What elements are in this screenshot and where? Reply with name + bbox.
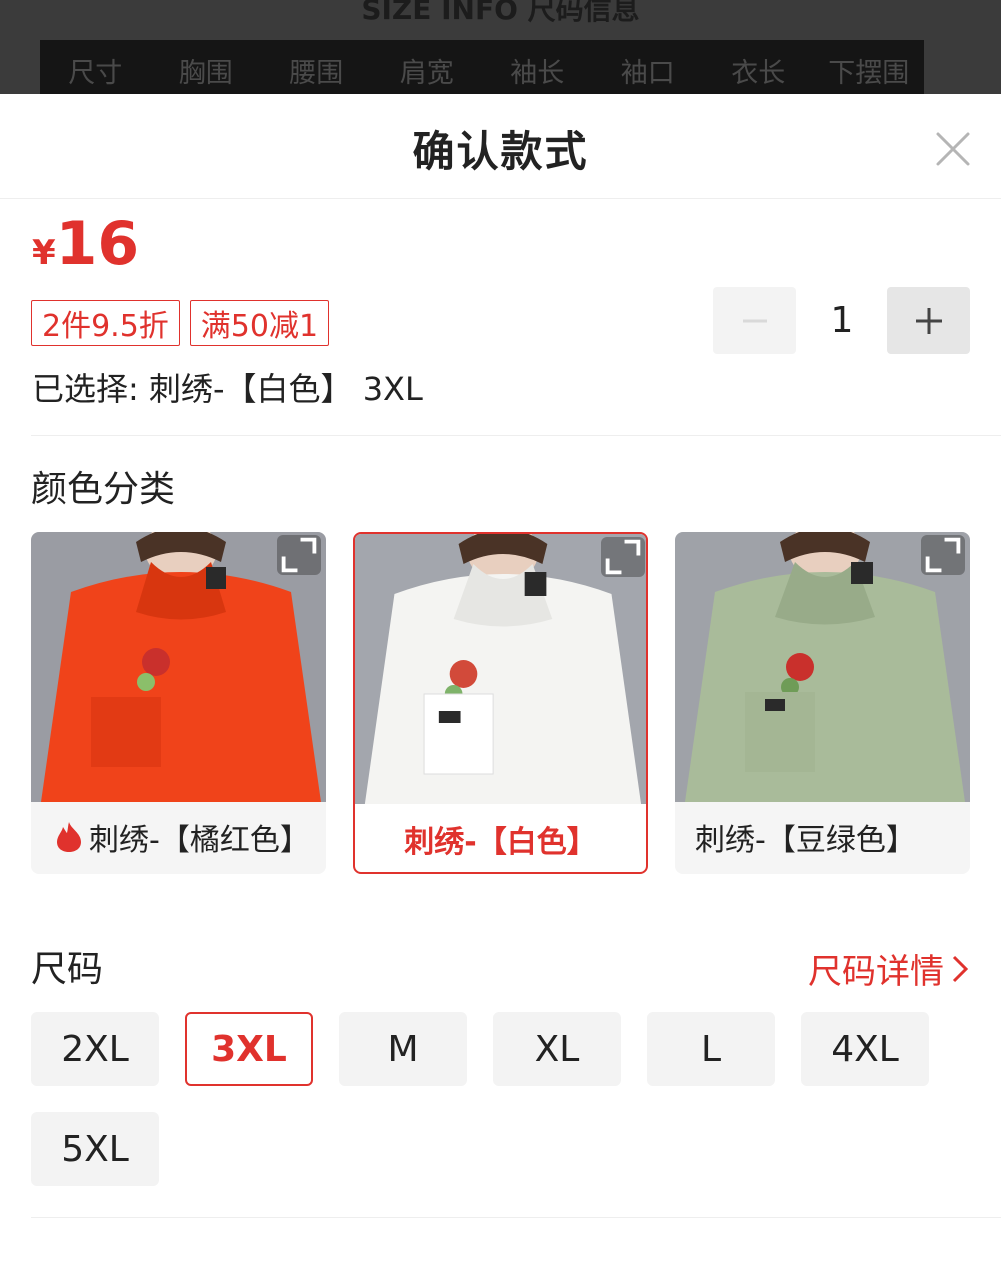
- expand-icon: [925, 537, 961, 573]
- bg-table-header: 袖口: [620, 57, 675, 89]
- bg-table-header: 衣长: [731, 57, 786, 89]
- quantity-increase-button[interactable]: [887, 287, 970, 354]
- bg-table-header: 袖长: [510, 57, 565, 89]
- expand-image-button[interactable]: [921, 535, 965, 575]
- selected-value: 刺绣-【白色】 3XL: [148, 370, 423, 408]
- size-option-2xl[interactable]: 2XL: [31, 1012, 159, 1086]
- bg-table-header: 腰围: [289, 57, 344, 89]
- color-option-label: 刺绣-【橘红色】: [31, 804, 326, 870]
- price-amount: 16: [55, 209, 140, 279]
- divider: [31, 1217, 1001, 1218]
- sku-selection-sheet: 确认款式 ¥16 2件9.5折 满50减1 已选择: 刺绣-【白色】 3XL 1…: [0, 94, 1001, 1280]
- background-page: SIZE INFO 尺码信息 尺寸 胸围 腰围 肩宽 袖长 袖口 衣长 下摆围: [0, 0, 1001, 94]
- chevron-right-icon: [952, 955, 969, 982]
- size-option-l[interactable]: L: [647, 1012, 775, 1086]
- selected-prefix: 已选择:: [32, 370, 139, 408]
- quantity-value[interactable]: 1: [796, 287, 888, 354]
- expand-image-button[interactable]: [277, 535, 321, 575]
- product-image-orange: [31, 532, 326, 802]
- divider: [31, 435, 1001, 436]
- bg-table-header: 胸围: [178, 57, 233, 89]
- size-option-m[interactable]: M: [339, 1012, 467, 1086]
- size-option-5xl[interactable]: 5XL: [31, 1112, 159, 1186]
- color-option-white[interactable]: 刺绣-【白色】: [353, 532, 648, 874]
- bg-table-header: 下摆围: [828, 57, 910, 89]
- promo-tags: 2件9.5折 满50减1: [31, 300, 330, 346]
- size-option-4xl[interactable]: 4XL: [801, 1012, 929, 1086]
- size-option-xl[interactable]: XL: [493, 1012, 621, 1086]
- expand-icon: [281, 537, 317, 573]
- selected-summary: 已选择: 刺绣-【白色】 3XL: [32, 364, 423, 410]
- color-section-title: 颜色分类: [31, 469, 176, 510]
- size-guide-text: 尺码详情: [808, 952, 944, 992]
- background-size-table: 尺寸 胸围 腰围 肩宽 袖长 袖口 衣长 下摆围: [40, 40, 924, 94]
- plus-icon: [915, 307, 942, 334]
- price-currency: ¥: [32, 233, 56, 273]
- promo-tag-coupon: 满50减1: [189, 300, 330, 346]
- size-section-title: 尺码: [31, 949, 104, 990]
- color-option-text: 刺绣-【橘红色】: [89, 823, 310, 858]
- bg-table-header: 尺寸: [68, 57, 123, 89]
- product-image-green: [675, 532, 970, 802]
- color-option-label: 刺绣-【豆绿色】: [675, 804, 970, 870]
- expand-icon: [605, 539, 641, 575]
- size-guide-link[interactable]: 尺码详情: [808, 944, 970, 993]
- size-option-3xl[interactable]: 3XL: [185, 1012, 313, 1086]
- background-title: SIZE INFO 尺码信息: [361, 0, 640, 26]
- sheet-title: 确认款式: [412, 127, 589, 176]
- color-option-orange[interactable]: 刺绣-【橘红色】: [31, 532, 326, 874]
- bg-table-header: 肩宽: [399, 57, 454, 89]
- minus-icon: [742, 319, 767, 322]
- promo-tag-discount: 2件9.5折: [31, 300, 180, 346]
- color-option-text: 刺绣-【豆绿色】: [695, 823, 916, 858]
- color-option-label: 刺绣-【白色】: [355, 806, 646, 872]
- expand-image-button[interactable]: [601, 537, 645, 577]
- color-option-text: 刺绣-【白色】: [404, 825, 597, 860]
- product-image-white: [355, 534, 646, 804]
- sheet-header: 确认款式: [0, 94, 1001, 199]
- hot-flame-icon: [57, 822, 81, 852]
- close-icon[interactable]: [932, 128, 974, 170]
- quantity-decrease-button[interactable]: [713, 287, 796, 354]
- color-option-green[interactable]: 刺绣-【豆绿色】: [675, 532, 970, 874]
- price: ¥16: [32, 214, 139, 274]
